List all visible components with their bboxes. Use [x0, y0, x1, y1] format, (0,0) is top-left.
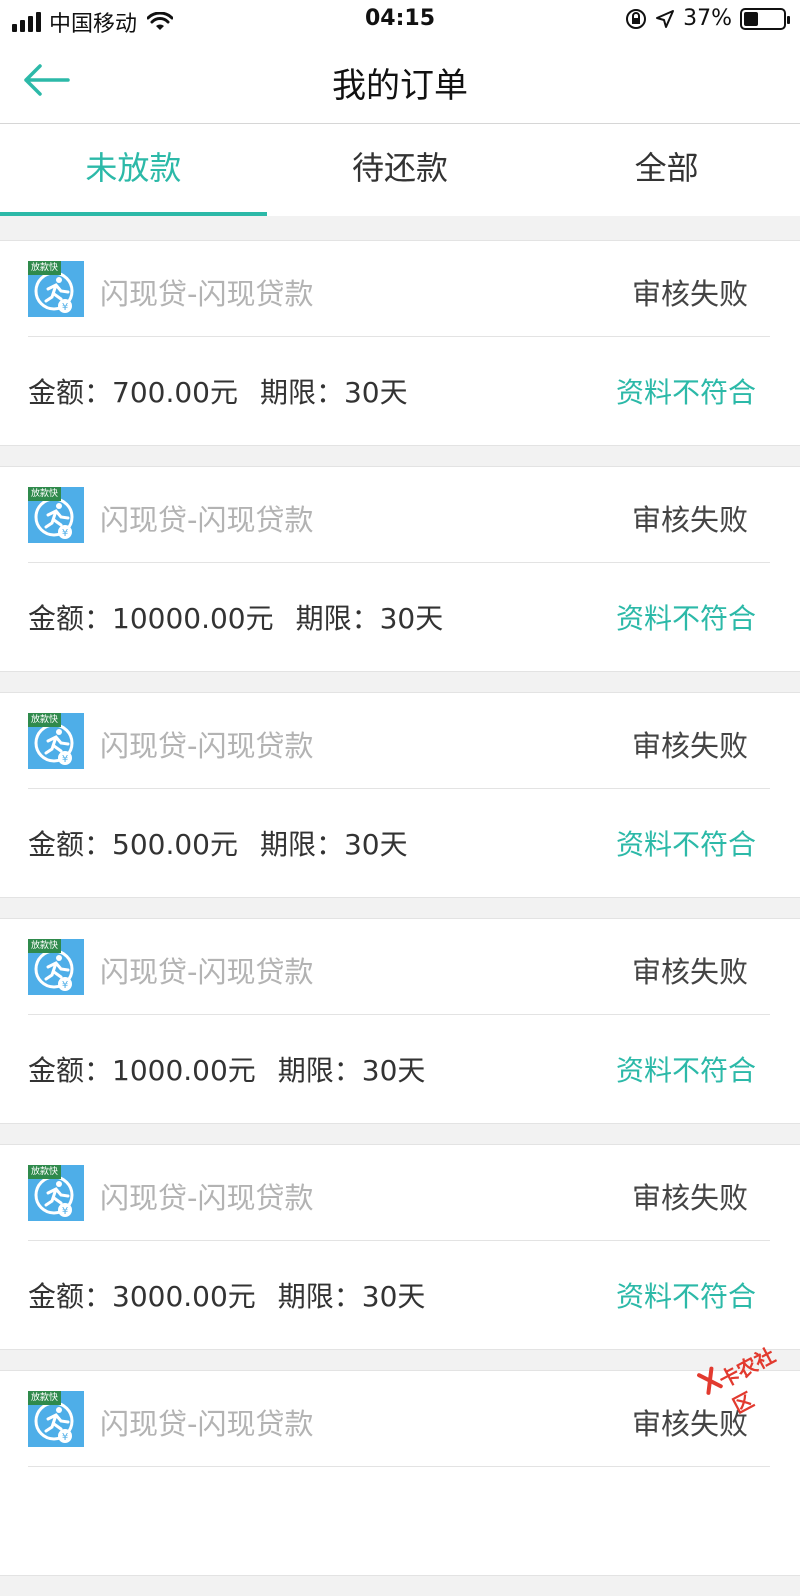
order-card[interactable]: ¥ 放款快闪现贷-闪现贷款 审核失败金额：3000.00元期限：30天 资料不符合 [0, 1144, 800, 1350]
reject-reason: 资料不符合 [616, 1049, 756, 1089]
order-card[interactable]: ¥ 放款快闪现贷-闪现贷款 审核失败 [0, 1370, 800, 1576]
order-amount: 金额：1000.00元 [28, 1054, 256, 1087]
reject-reason: 资料不符合 [616, 371, 756, 411]
product-name: 闪现贷-闪现贷款 [100, 497, 313, 539]
product-name: 闪现贷-闪现贷款 [100, 1401, 313, 1443]
svg-text:¥: ¥ [62, 754, 68, 765]
order-status: 审核失败 [632, 497, 748, 539]
order-status: 审核失败 [632, 1401, 748, 1443]
tab-to-repay[interactable]: 待还款 [267, 124, 534, 216]
svg-text:¥: ¥ [62, 302, 68, 313]
app-logo: ¥ 放款快 [28, 939, 84, 995]
order-status: 审核失败 [632, 271, 748, 313]
order-status: 审核失败 [632, 1175, 748, 1217]
product-name: 闪现贷-闪现贷款 [100, 723, 313, 765]
svg-text:¥: ¥ [62, 528, 68, 539]
order-status: 审核失败 [632, 723, 748, 765]
status-right: 37% [625, 6, 786, 31]
logo-tag: 放款快 [28, 939, 61, 953]
battery-level [744, 12, 758, 26]
app-logo: ¥ 放款快 [28, 1165, 84, 1221]
order-amount: 金额：10000.00元 [28, 602, 274, 635]
logo-tag: 放款快 [28, 1165, 61, 1179]
order-header: ¥ 放款快闪现贷-闪现贷款 审核失败 [28, 241, 770, 337]
app-logo: ¥ 放款快 [28, 261, 84, 317]
order-amount: 金额：3000.00元 [28, 1280, 256, 1313]
product-name: 闪现贷-闪现贷款 [100, 271, 313, 313]
tab-unpaid[interactable]: 未放款 [0, 124, 267, 216]
order-details: 金额：1000.00元期限：30天 资料不符合 [28, 1015, 756, 1125]
order-card[interactable]: ¥ 放款快闪现贷-闪现贷款 审核失败金额：500.00元期限：30天 资料不符合 [0, 692, 800, 898]
product-name: 闪现贷-闪现贷款 [100, 1175, 313, 1217]
order-header: ¥ 放款快闪现贷-闪现贷款 审核失败 [28, 693, 770, 789]
amount-row [28, 1501, 50, 1534]
app-logo: ¥ 放款快 [28, 713, 84, 769]
battery-percent: 37% [683, 6, 732, 31]
order-term: 期限：30天 [296, 602, 444, 635]
reject-reason: 资料不符合 [616, 597, 756, 637]
order-term: 期限：30天 [278, 1054, 426, 1087]
location-arrow-icon [655, 9, 675, 29]
amount-row: 金额：500.00元期限：30天 [28, 823, 408, 863]
svg-text:¥: ¥ [62, 1206, 68, 1217]
order-card[interactable]: ¥ 放款快闪现贷-闪现贷款 审核失败金额：1000.00元期限：30天 资料不符合 [0, 918, 800, 1124]
svg-text:¥: ¥ [62, 1432, 68, 1443]
order-card[interactable]: ¥ 放款快闪现贷-闪现贷款 审核失败金额：700.00元期限：30天 资料不符合 [0, 240, 800, 446]
logo-tag: 放款快 [28, 713, 61, 727]
order-details: 金额：3000.00元期限：30天 资料不符合 [28, 1241, 756, 1351]
order-amount: 金额：700.00元 [28, 376, 238, 409]
app-logo: ¥ 放款快 [28, 487, 84, 543]
order-tabs: 未放款 待还款 全部 [0, 124, 800, 216]
amount-row: 金额：3000.00元期限：30天 [28, 1275, 425, 1315]
order-header: ¥ 放款快闪现贷-闪现贷款 审核失败 [28, 1371, 770, 1467]
order-header: ¥ 放款快闪现贷-闪现贷款 审核失败 [28, 467, 770, 563]
order-details: 金额：500.00元期限：30天 资料不符合 [28, 789, 756, 899]
order-term: 期限：30天 [260, 828, 408, 861]
order-details: 金额：10000.00元期限：30天 资料不符合 [28, 563, 756, 673]
svg-text:¥: ¥ [62, 980, 68, 991]
order-header: ¥ 放款快闪现贷-闪现贷款 审核失败 [28, 919, 770, 1015]
logo-tag: 放款快 [28, 1391, 61, 1405]
battery-icon [740, 8, 786, 30]
reject-reason: 资料不符合 [616, 823, 756, 863]
product-name: 闪现贷-闪现贷款 [100, 949, 313, 991]
reject-reason: 资料不符合 [616, 1275, 756, 1315]
nav-bar: 我的订单 [0, 40, 800, 124]
app-logo: ¥ 放款快 [28, 1391, 84, 1447]
orientation-lock-icon [625, 8, 647, 30]
order-header: ¥ 放款快闪现贷-闪现贷款 审核失败 [28, 1145, 770, 1241]
logo-tag: 放款快 [28, 261, 61, 275]
page-title: 我的订单 [0, 58, 800, 107]
amount-row: 金额：1000.00元期限：30天 [28, 1049, 425, 1089]
order-details [28, 1467, 756, 1577]
amount-row: 金额：10000.00元期限：30天 [28, 597, 443, 637]
order-details: 金额：700.00元期限：30天 资料不符合 [28, 337, 756, 447]
order-status: 审核失败 [632, 949, 748, 991]
order-term: 期限：30天 [260, 376, 408, 409]
order-list: ¥放款快闪现贷-闪现贷款审核失败金额：700.00元期限：30天资料不符合¥放款… [0, 240, 800, 1596]
order-amount: 金额：500.00元 [28, 828, 238, 861]
tab-all[interactable]: 全部 [533, 124, 800, 216]
logo-tag: 放款快 [28, 487, 61, 501]
order-card[interactable]: ¥ 放款快闪现贷-闪现贷款 审核失败金额：10000.00元期限：30天 资料不符合 [0, 466, 800, 672]
amount-row: 金额：700.00元期限：30天 [28, 371, 408, 411]
order-term: 期限：30天 [278, 1280, 426, 1313]
status-bar: 中国移动 04:15 37% [0, 0, 800, 40]
